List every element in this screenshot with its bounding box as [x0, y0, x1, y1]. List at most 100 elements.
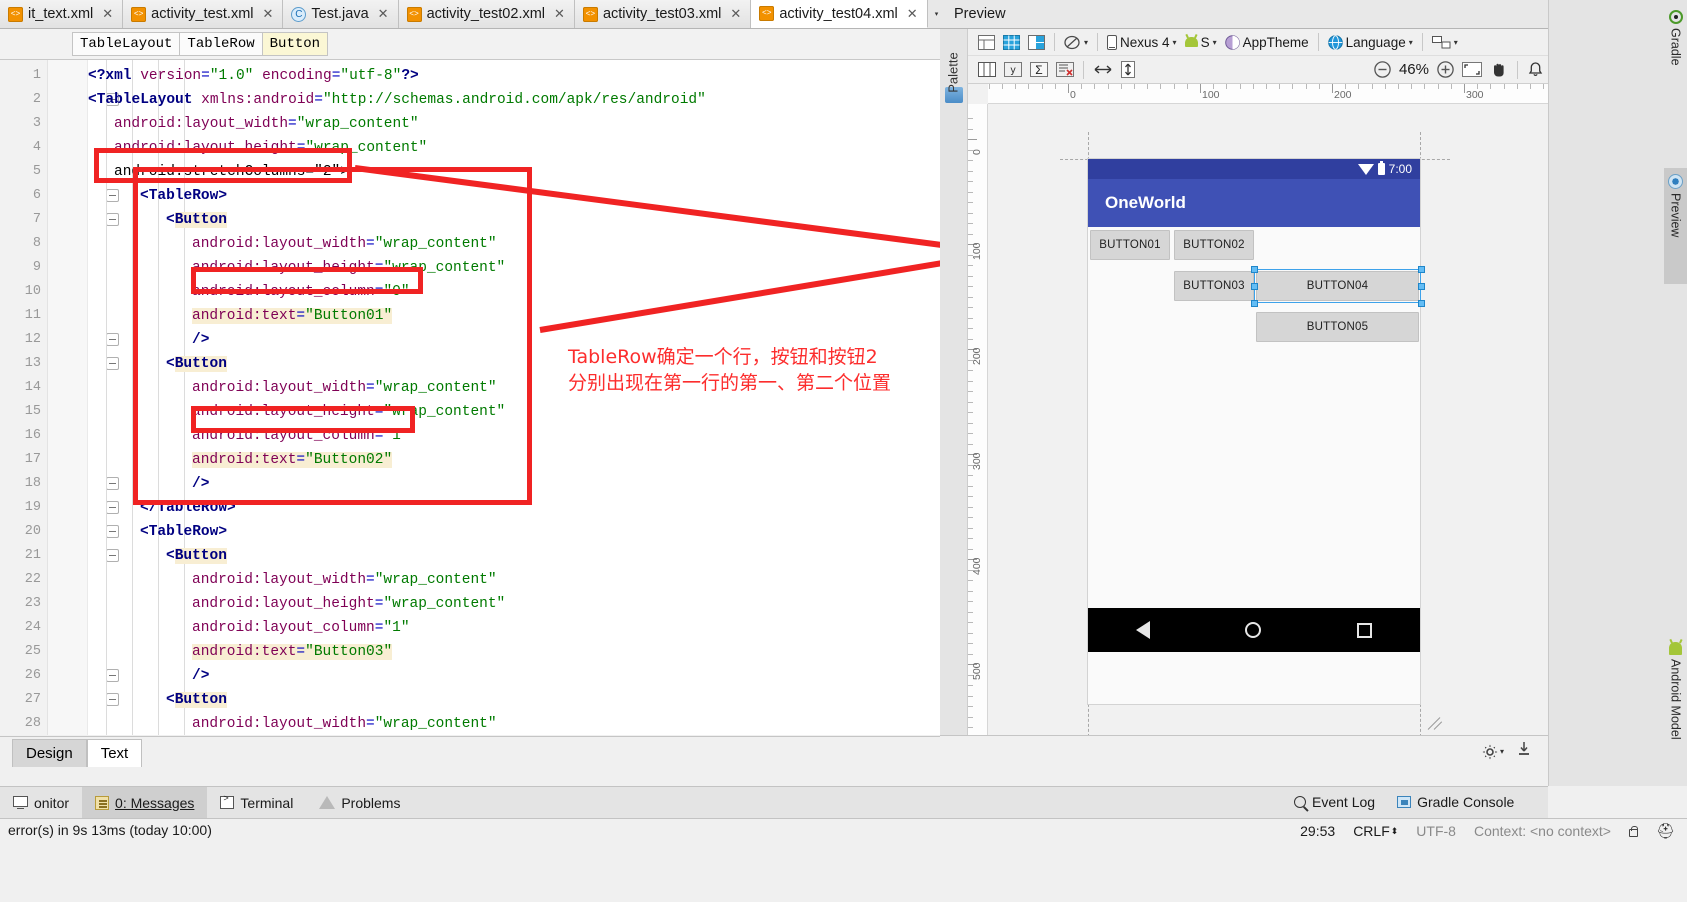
code-text-area[interactable]: <?xml version="1.0" encoding="utf-8"?> <T…	[88, 60, 940, 735]
layout-variants-button[interactable]	[974, 31, 999, 53]
code-line-9[interactable]: android:layout_height="wrap_content"	[192, 256, 505, 280]
code-line-13[interactable]: <Button	[166, 352, 227, 376]
code-line-17[interactable]: android:text="Button02"	[192, 448, 393, 472]
device-selector[interactable]: Nexus 4 ▾	[1103, 31, 1181, 53]
pan-tool-button[interactable]	[1486, 59, 1512, 81]
selection-handle-r[interactable]	[1418, 283, 1425, 290]
code-line-3[interactable]: android:layout_width="wrap_content"	[114, 112, 419, 136]
code-line-1[interactable]: <?xml version="1.0" encoding="utf-8"?>	[88, 64, 419, 88]
bottom-tab-problems[interactable]: Problems	[306, 787, 413, 818]
code-line-12[interactable]: />	[192, 328, 209, 352]
hector-hat-icon[interactable]: ⛑	[1656, 822, 1675, 840]
fit-height-button[interactable]	[1117, 59, 1139, 81]
breadcrumb-item-2[interactable]: Button	[261, 32, 329, 56]
refresh-render-button[interactable]: ▾	[1060, 31, 1092, 53]
canvas-resize-handle[interactable]	[1426, 714, 1444, 732]
code-line-22[interactable]: android:layout_width="wrap_content"	[192, 568, 497, 592]
code-line-7[interactable]: <Button	[166, 208, 227, 232]
editor-tab-close-icon[interactable]: ✕	[730, 6, 741, 22]
editor-tab-2[interactable]: Test.java ✕	[283, 0, 399, 28]
code-line-21[interactable]: <Button	[166, 544, 227, 568]
code-folding-column[interactable]	[48, 60, 119, 735]
selection-handle-br[interactable]	[1418, 300, 1425, 307]
code-line-10[interactable]: android:layout_column="0"	[192, 280, 410, 304]
bottom-right-gradle-console[interactable]: Gradle Console	[1397, 794, 1514, 810]
grid-layout-button[interactable]	[999, 31, 1024, 53]
code-line-14[interactable]: android:layout_width="wrap_content"	[192, 376, 497, 400]
device-screen[interactable]: 7:00 OneWorld BUTTON01 BUTTON02 BUTTON03…	[1088, 159, 1425, 704]
code-line-27[interactable]: <Button	[166, 688, 227, 712]
notifications-button[interactable]	[1523, 59, 1548, 81]
editor-tab-close-icon[interactable]: ✕	[378, 6, 389, 22]
hide-panel-icon[interactable]	[1516, 741, 1532, 762]
selection-handle-tr[interactable]	[1418, 266, 1425, 273]
caret-position[interactable]: 29:53	[1300, 823, 1335, 839]
preview-canvas[interactable]: 0 100 200 300 0 100 200 300 400 500 7:00 OneWorl…	[968, 84, 1548, 735]
code-line-5[interactable]: android:stretchColumns="2">	[114, 160, 349, 184]
layout-content[interactable]: BUTTON01 BUTTON02 BUTTON03 BUTTON04 BUTT…	[1088, 227, 1425, 652]
editor-tab-close-icon[interactable]: ✕	[554, 6, 565, 22]
preview-button-02[interactable]: BUTTON02	[1174, 230, 1254, 260]
nav-back-icon[interactable]	[1135, 621, 1150, 639]
code-line-8[interactable]: android:layout_width="wrap_content"	[192, 232, 497, 256]
api-level-selector[interactable]: S ▾	[1181, 31, 1221, 53]
nav-recents-icon[interactable]	[1357, 622, 1373, 638]
code-editor[interactable]: 1 2 3 4 5 6 7 8 9 10 11 12 13 14 15 16 17 18 19 20 21 22 23 24 2…	[0, 60, 940, 735]
bottom-tab-onitor[interactable]: onitor	[0, 787, 82, 818]
split-layout-button[interactable]	[1024, 31, 1049, 53]
breadcrumb-item-1[interactable]: TableRow	[179, 32, 263, 56]
preview-button-03[interactable]: BUTTON03	[1174, 271, 1254, 301]
code-line-20[interactable]: <TableRow>	[140, 520, 227, 544]
fit-width-button[interactable]	[1089, 59, 1117, 81]
editor-tab-close-icon[interactable]: ✕	[263, 6, 274, 22]
breadcrumb-item-0[interactable]: TableLayout	[72, 32, 181, 56]
code-line-15[interactable]: android:layout_height="wrap_content"	[192, 400, 505, 424]
selection-handle-bl[interactable]	[1251, 300, 1258, 307]
editor-tab-3[interactable]: activity_test02.xml ✕	[398, 0, 575, 28]
code-line-2[interactable]: <TableLayout xmlns:android="http://schem…	[88, 88, 706, 112]
code-line-16[interactable]: android:layout_column="1"	[192, 424, 410, 448]
settings-gear-icon[interactable]: ▾	[1482, 744, 1504, 760]
editor-tab-0[interactable]: it_text.xml ✕	[0, 0, 124, 28]
code-line-6[interactable]: <TableRow>	[140, 184, 227, 208]
code-line-28[interactable]: android:layout_width="wrap_content"	[192, 712, 497, 735]
preview-button-01[interactable]: BUTTON01	[1090, 230, 1170, 260]
selection-handle-tl[interactable]	[1251, 266, 1258, 273]
theme-selector[interactable]: AppTheme	[1221, 31, 1313, 53]
clear-errors-button[interactable]	[1052, 59, 1078, 81]
bottom-right-event-log[interactable]: Event Log	[1294, 794, 1375, 810]
nav-home-icon[interactable]	[1245, 622, 1262, 638]
code-line-23[interactable]: android:layout_height="wrap_content"	[192, 592, 505, 616]
code-line-19[interactable]: </TableRow>	[140, 496, 236, 520]
editor-mode-tab-text[interactable]: Text	[86, 739, 143, 767]
tool-window-button-gradle[interactable]: Gradle	[1664, 4, 1687, 92]
editor-mode-tab-design[interactable]: Design	[12, 739, 87, 767]
palette-strip[interactable]: Palette	[940, 29, 968, 735]
editor-tab-close-icon[interactable]: ✕	[102, 6, 113, 22]
code-line-25[interactable]: android:text="Button03"	[192, 640, 393, 664]
editor-tab-4[interactable]: activity_test03.xml ✕	[574, 0, 752, 28]
encoding[interactable]: UTF-8	[1416, 823, 1456, 839]
code-line-18[interactable]: />	[192, 472, 209, 496]
hide-axis-button[interactable]: y	[1000, 59, 1026, 81]
sum-button[interactable]: Σ	[1026, 59, 1052, 81]
selection-handle-l[interactable]	[1251, 283, 1258, 290]
bottom-tab-0-messages[interactable]: 0: Messages	[82, 787, 208, 818]
tool-window-button-android-model[interactable]: Android Model	[1664, 636, 1687, 776]
editor-tab-close-icon[interactable]: ✕	[907, 6, 918, 22]
context-indicator[interactable]: Context: <no context>	[1474, 823, 1611, 839]
preview-button-05[interactable]: BUTTON05	[1256, 312, 1419, 342]
bottom-tab-terminal[interactable]: Terminal	[207, 787, 306, 818]
code-line-11[interactable]: android:text="Button01"	[192, 304, 393, 328]
zoom-in-button[interactable]	[1433, 59, 1458, 81]
code-line-24[interactable]: android:layout_column="1"	[192, 616, 410, 640]
line-separator[interactable]: CRLF ⬍	[1353, 823, 1398, 839]
lock-icon[interactable]	[1628, 825, 1639, 837]
language-selector[interactable]: Language ▾	[1324, 31, 1417, 53]
editor-tab-5[interactable]: activity_test04.xml ✕	[751, 0, 928, 28]
show-columns-button[interactable]	[974, 59, 1000, 81]
zoom-out-button[interactable]	[1370, 59, 1395, 81]
device-render-area[interactable]: 7:00 OneWorld BUTTON01 BUTTON02 BUTTON03…	[988, 104, 1548, 735]
layout-config-button[interactable]: ▾	[1428, 31, 1462, 53]
editor-tab-1[interactable]: activity_test.xml ✕	[123, 0, 284, 28]
